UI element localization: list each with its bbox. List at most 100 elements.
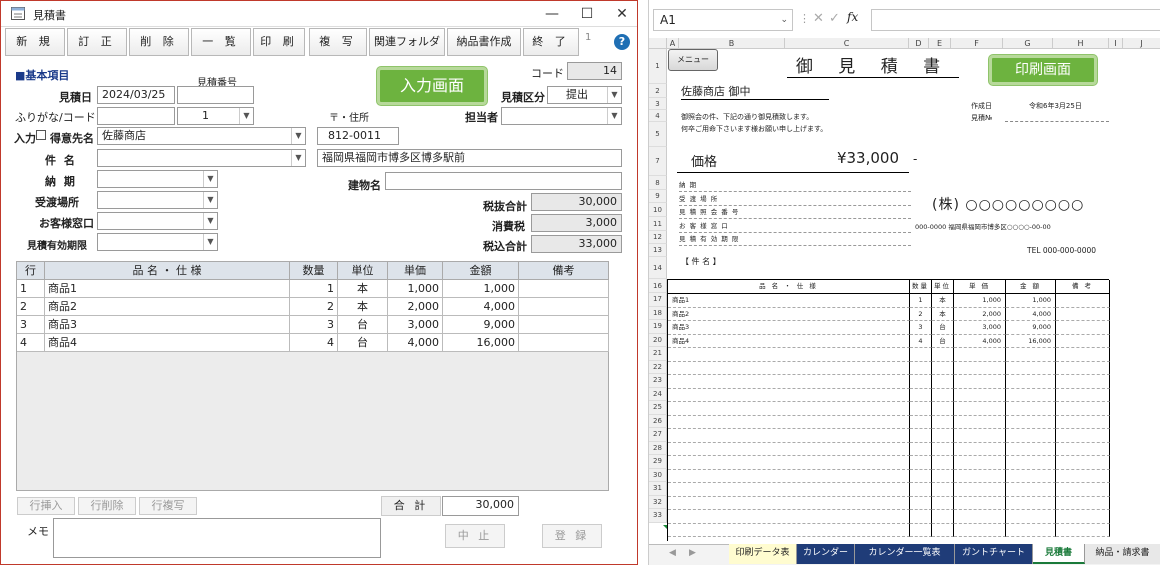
grid-cell[interactable]: 台 xyxy=(338,334,388,352)
table-cell[interactable] xyxy=(1056,402,1110,416)
table-cell[interactable] xyxy=(954,415,1006,429)
row-header[interactable]: 27 xyxy=(649,428,667,442)
row-header[interactable]: 9 xyxy=(649,190,667,203)
table-cell[interactable] xyxy=(668,348,910,362)
table-cell[interactable] xyxy=(1056,294,1110,308)
row-header[interactable]: 1 xyxy=(649,49,667,84)
table-cell[interactable] xyxy=(954,375,1006,389)
table-cell[interactable] xyxy=(668,496,910,510)
grid-cell[interactable]: 1,000 xyxy=(443,280,519,298)
table-cell[interactable] xyxy=(1056,307,1110,321)
table-cell[interactable] xyxy=(954,429,1006,443)
address-field[interactable]: 福岡県福岡市博多区博多駅前 xyxy=(317,149,622,167)
table-cell[interactable] xyxy=(1056,334,1110,348)
table-cell[interactable] xyxy=(1056,456,1110,470)
table-cell[interactable] xyxy=(668,483,910,497)
close-button[interactable]: ✕ xyxy=(607,3,637,25)
row-header[interactable]: 30 xyxy=(649,468,667,482)
delete-button[interactable]: 削 除 xyxy=(129,28,189,56)
table-cell[interactable] xyxy=(1006,456,1056,470)
row-header[interactable]: 17 xyxy=(649,293,667,307)
regular-customer-checkbox[interactable] xyxy=(36,130,46,140)
row-header[interactable]: 3 xyxy=(649,98,667,110)
table-cell[interactable]: 4,000 xyxy=(1006,307,1056,321)
grid-cell[interactable]: 2 xyxy=(290,298,338,316)
quote-type-select[interactable]: 提出 ▼ xyxy=(547,86,622,104)
table-cell[interactable]: 本 xyxy=(932,294,954,308)
grid-cell[interactable]: 本 xyxy=(338,298,388,316)
exit-button[interactable]: 終 了 xyxy=(523,28,579,56)
table-cell[interactable] xyxy=(1056,496,1110,510)
grid-cell[interactable]: 4,000 xyxy=(443,298,519,316)
table-cell[interactable]: 商品3 xyxy=(668,321,910,335)
table-cell[interactable] xyxy=(932,402,954,416)
table-cell[interactable]: 商品2 xyxy=(668,307,910,321)
table-cell[interactable] xyxy=(1006,415,1056,429)
quote-date-field[interactable]: 2024/03/25 xyxy=(97,86,175,104)
table-cell[interactable] xyxy=(668,361,910,375)
grid-cell[interactable]: 4,000 xyxy=(388,334,443,352)
table-cell[interactable] xyxy=(668,469,910,483)
row-header[interactable]: 26 xyxy=(649,414,667,428)
table-cell[interactable] xyxy=(1056,442,1110,456)
table-cell[interactable]: 16,000 xyxy=(1006,334,1056,348)
row-header[interactable]: 22 xyxy=(649,360,667,374)
function-icon[interactable]: fx xyxy=(847,10,858,24)
next-sheet-icon[interactable]: ▶ xyxy=(689,548,696,558)
table-cell[interactable] xyxy=(1056,510,1110,524)
table-cell[interactable] xyxy=(1056,469,1110,483)
table-cell[interactable] xyxy=(668,415,910,429)
row-header[interactable]: 31 xyxy=(649,482,667,496)
row-header[interactable]: 18 xyxy=(649,306,667,320)
edit-button[interactable]: 訂 正 xyxy=(67,28,127,56)
table-cell[interactable] xyxy=(954,402,1006,416)
table-cell[interactable]: 1,000 xyxy=(1006,294,1056,308)
table-cell[interactable] xyxy=(910,510,932,524)
table-cell[interactable] xyxy=(1006,469,1056,483)
grid-cell[interactable]: 本 xyxy=(338,280,388,298)
table-cell[interactable] xyxy=(1056,523,1110,537)
grid-cell[interactable]: 商品3 xyxy=(45,316,290,334)
table-cell[interactable] xyxy=(910,429,932,443)
table-cell[interactable] xyxy=(954,442,1006,456)
table-cell[interactable] xyxy=(668,523,910,537)
row-header[interactable]: 12 xyxy=(649,231,667,244)
table-cell[interactable]: 2 xyxy=(910,307,932,321)
table-cell[interactable]: 3,000 xyxy=(954,321,1006,335)
customer-code-select[interactable]: 1 ▼ xyxy=(177,107,254,125)
table-cell[interactable] xyxy=(1056,429,1110,443)
register-button[interactable]: 登 録 xyxy=(542,524,602,548)
table-cell[interactable] xyxy=(1056,348,1110,362)
table-cell[interactable] xyxy=(910,388,932,402)
table-cell[interactable] xyxy=(954,456,1006,470)
table-cell[interactable] xyxy=(932,388,954,402)
row-header[interactable]: 16 xyxy=(649,279,667,293)
table-cell[interactable] xyxy=(1056,375,1110,389)
kana-field[interactable] xyxy=(97,107,175,125)
delivery-place-select[interactable]: ▼ xyxy=(97,191,218,209)
list-button[interactable]: 一 覧 xyxy=(191,28,251,56)
delivery-date-select[interactable]: ▼ xyxy=(97,170,218,188)
validity-select[interactable]: ▼ xyxy=(97,233,218,251)
name-box[interactable]: A1 ⌄ xyxy=(653,9,793,31)
row-header[interactable]: 7 xyxy=(649,147,667,176)
table-cell[interactable] xyxy=(1056,361,1110,375)
row-header[interactable]: 25 xyxy=(649,401,667,415)
row-header[interactable]: 4 xyxy=(649,110,667,122)
table-cell[interactable]: 4,000 xyxy=(954,334,1006,348)
minimize-button[interactable]: — xyxy=(537,3,567,25)
column-header[interactable]: H xyxy=(1053,38,1109,49)
table-cell[interactable] xyxy=(668,442,910,456)
table-cell[interactable] xyxy=(1006,442,1056,456)
table-cell[interactable] xyxy=(954,496,1006,510)
table-cell[interactable] xyxy=(1006,510,1056,524)
table-cell[interactable] xyxy=(1006,361,1056,375)
table-cell[interactable]: 本 xyxy=(932,307,954,321)
formula-bar[interactable] xyxy=(871,9,1160,31)
grid-cell[interactable]: 4 xyxy=(290,334,338,352)
row-header[interactable]: 32 xyxy=(649,495,667,509)
memo-field[interactable] xyxy=(53,518,381,558)
table-cell[interactable]: 4 xyxy=(910,334,932,348)
table-cell[interactable] xyxy=(932,483,954,497)
table-cell[interactable] xyxy=(954,348,1006,362)
